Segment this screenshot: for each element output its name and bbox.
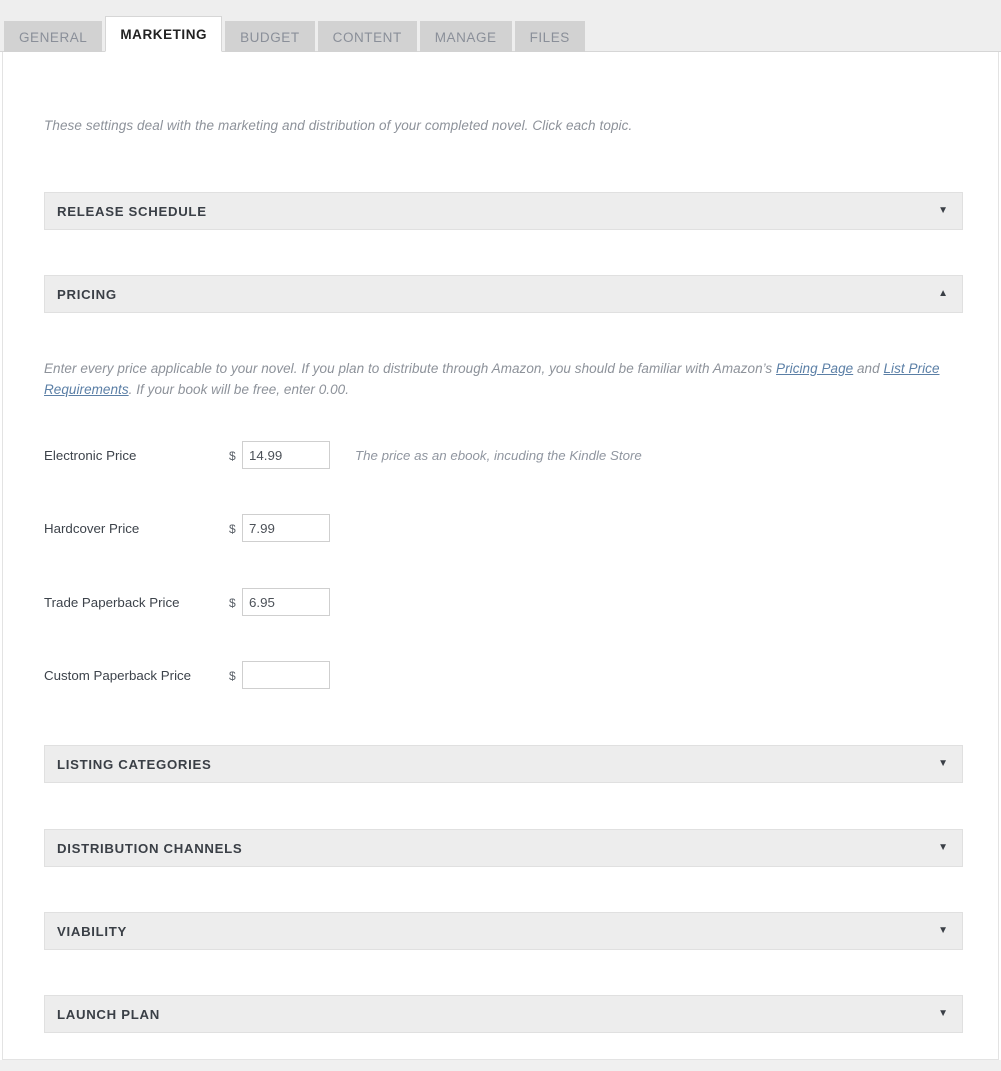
tab-label: FILES <box>529 29 570 45</box>
field-label: Trade Paperback Price <box>44 595 180 610</box>
field-label: Custom Paperback Price <box>44 668 192 683</box>
page-bottom-strip <box>0 1060 1001 1071</box>
field-label: Electronic Price <box>44 448 137 463</box>
field-row-hardcover-price: Hardcover Price $ <box>3 514 1000 544</box>
field-row-custom-paperback-price: Custom Paperback Price $ <box>3 661 1000 691</box>
currency-symbol: $ <box>229 449 236 463</box>
desc-part-3: . If your book will be free, enter 0.00. <box>128 382 350 397</box>
pricing-page-link[interactable]: Pricing Page <box>776 361 853 376</box>
accordion-distribution-channels[interactable]: DISTRIBUTION CHANNELS ▼ <box>44 829 963 867</box>
accordion-title: LAUNCH PLAN <box>57 1006 160 1022</box>
tab-list: GENERAL MARKETING BUDGET CONTENT MANAGE … <box>4 16 585 52</box>
tab-label: GENERAL <box>19 29 88 45</box>
hardcover-price-input[interactable] <box>242 514 330 542</box>
accordion-title: VIABILITY <box>57 923 128 939</box>
accordion-release-schedule[interactable]: RELEASE SCHEDULE ▼ <box>44 192 963 230</box>
chevron-down-icon: ▼ <box>938 1008 948 1019</box>
custom-paperback-price-input[interactable] <box>242 661 330 689</box>
tab-general[interactable]: GENERAL <box>4 21 103 52</box>
field-label: Hardcover Price <box>44 521 140 536</box>
currency-symbol: $ <box>229 522 236 536</box>
accordion-title: LISTING CATEGORIES <box>57 756 212 772</box>
chevron-down-icon: ▼ <box>938 925 948 936</box>
desc-part-1: Enter every price applicable to your nov… <box>44 361 777 376</box>
tab-label: BUDGET <box>240 29 300 45</box>
accordion-title: PRICING <box>57 286 117 302</box>
accordion-pricing[interactable]: PRICING ▲ <box>44 275 963 313</box>
accordion-viability[interactable]: VIABILITY ▼ <box>44 912 963 950</box>
currency-symbol: $ <box>229 669 236 683</box>
chevron-down-icon: ▼ <box>938 758 948 769</box>
trade-paperback-price-input[interactable] <box>242 588 330 616</box>
field-row-electronic-price: Electronic Price $ The price as an ebook… <box>3 441 1000 471</box>
intro-text: These settings deal with the marketing a… <box>44 118 633 133</box>
electronic-price-input[interactable] <box>242 441 330 469</box>
accordion-title: RELEASE SCHEDULE <box>57 203 207 219</box>
chevron-up-icon: ▲ <box>938 288 948 299</box>
tab-marketing[interactable]: MARKETING <box>105 16 223 52</box>
pricing-description: Enter every price applicable to your nov… <box>44 358 944 400</box>
accordion-listing-categories[interactable]: LISTING CATEGORIES ▼ <box>44 745 963 783</box>
tab-label: CONTENT <box>332 29 402 45</box>
tab-budget[interactable]: BUDGET <box>225 21 315 52</box>
tab-content[interactable]: CONTENT <box>317 21 417 52</box>
field-row-trade-paperback-price: Trade Paperback Price $ <box>3 588 1000 618</box>
chevron-down-icon: ▼ <box>938 842 948 853</box>
content-panel: These settings deal with the marketing a… <box>2 52 999 1060</box>
tab-strip: GENERAL MARKETING BUDGET CONTENT MANAGE … <box>0 0 1001 52</box>
currency-symbol: $ <box>229 596 236 610</box>
tab-manage[interactable]: MANAGE <box>419 21 512 52</box>
field-hint: The price as an ebook, incuding the Kind… <box>355 448 642 463</box>
tab-label: MARKETING <box>120 26 208 42</box>
accordion-launch-plan[interactable]: LAUNCH PLAN ▼ <box>44 995 963 1033</box>
tab-label: MANAGE <box>434 29 497 45</box>
tab-files[interactable]: FILES <box>514 21 585 52</box>
accordion-title: DISTRIBUTION CHANNELS <box>57 840 243 856</box>
desc-part-2: and <box>853 361 884 376</box>
chevron-down-icon: ▼ <box>938 205 948 216</box>
